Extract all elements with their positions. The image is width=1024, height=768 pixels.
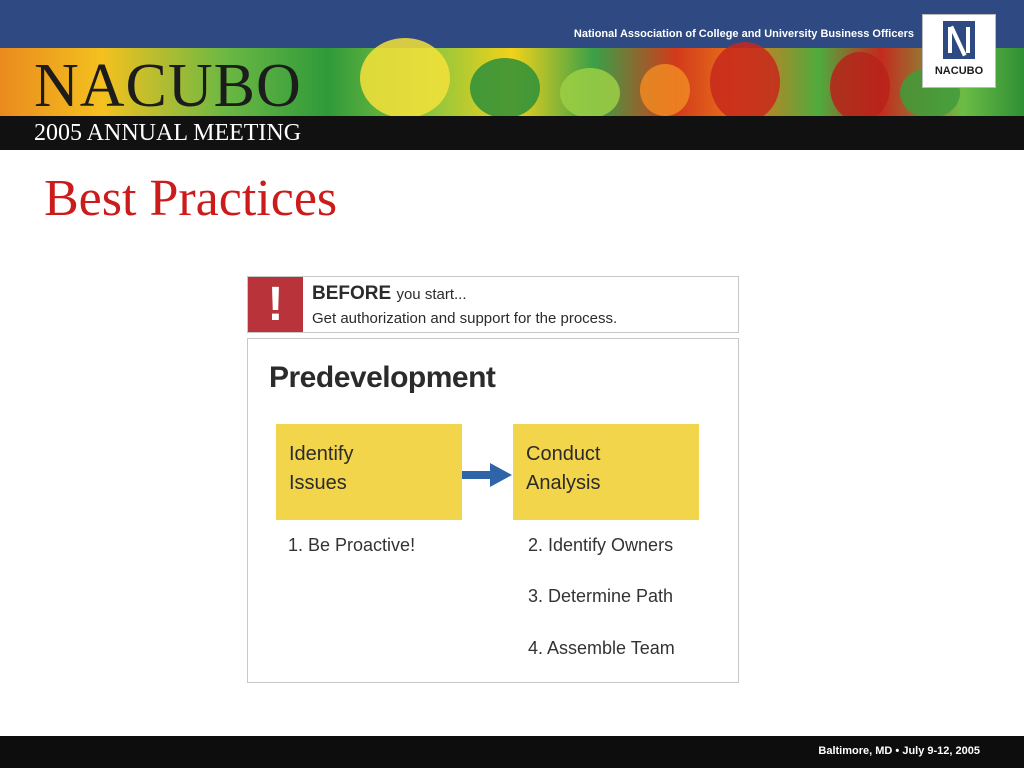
nacubo-logo-icon bbox=[943, 21, 975, 59]
before-you-start-box: ! BEFORE you start... Get authorization … bbox=[247, 276, 739, 333]
meeting-title: 2005 ANNUAL MEETING bbox=[34, 120, 302, 146]
before-heading-light: you start... bbox=[396, 286, 467, 303]
nacubo-wordmark: NACUBO bbox=[34, 52, 302, 120]
panel-title: Predevelopment bbox=[269, 361, 496, 394]
list-item: 4. Assemble Team bbox=[528, 638, 675, 658]
step-label-line1: Conduct bbox=[526, 443, 601, 465]
step-label-line2: Analysis bbox=[526, 472, 601, 494]
step-label: Conduct Analysis bbox=[526, 440, 686, 498]
step-box-conduct-analysis: Conduct Analysis bbox=[513, 424, 699, 520]
org-name: National Association of College and Univ… bbox=[573, 28, 914, 40]
header-banner: National Association of College and Univ… bbox=[0, 0, 1024, 152]
nacubo-logo: NACUBO bbox=[922, 14, 996, 88]
banner-top-strip bbox=[0, 0, 1024, 48]
list-item: 3. Determine Path bbox=[528, 586, 674, 606]
exclamation-icon: ! bbox=[248, 277, 303, 332]
step-label-line1: Identify bbox=[289, 443, 354, 465]
before-heading: BEFORE you start... bbox=[312, 283, 467, 305]
list-item: 2. Identify Owners bbox=[528, 535, 674, 555]
slide-title: Best Practices bbox=[44, 170, 338, 227]
predevelopment-panel: Predevelopment Identify Issues Conduct A… bbox=[247, 338, 739, 683]
before-text: Get authorization and support for the pr… bbox=[312, 310, 618, 327]
right-arrow-icon bbox=[462, 463, 512, 487]
step-label: Identify Issues bbox=[289, 440, 449, 498]
footer-text: Baltimore, MD • July 9-12, 2005 bbox=[818, 745, 980, 757]
list-item: 1. Be Proactive! bbox=[288, 535, 416, 555]
before-heading-strong: BEFORE bbox=[312, 283, 392, 304]
logo-text: NACUBO bbox=[934, 65, 984, 77]
step-box-identify-issues: Identify Issues bbox=[276, 424, 462, 520]
footer-bar: Baltimore, MD • July 9-12, 2005 bbox=[0, 736, 1024, 768]
step-label-line2: Issues bbox=[289, 472, 347, 494]
